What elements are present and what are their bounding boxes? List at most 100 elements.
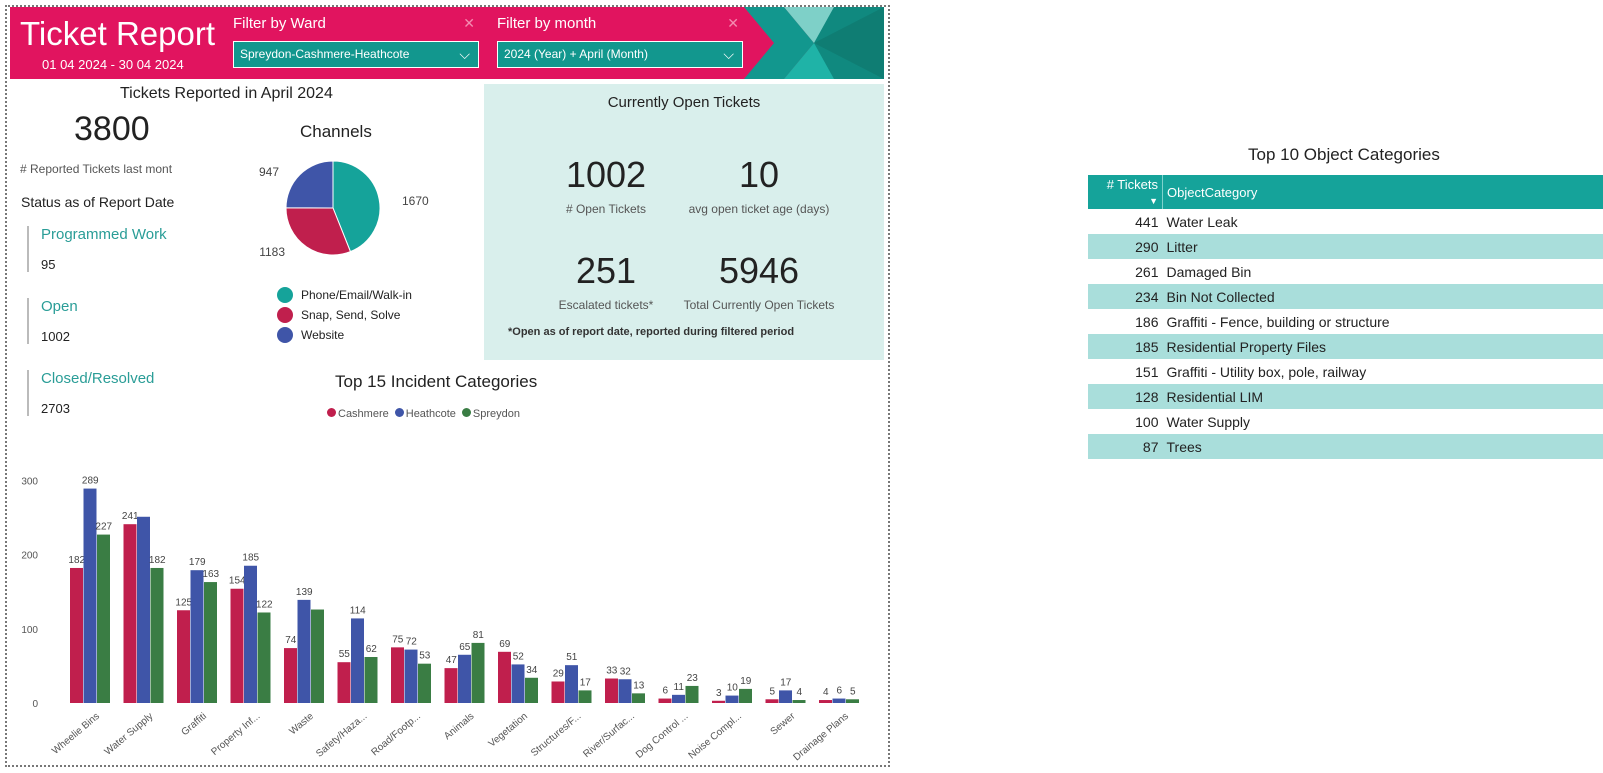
report-date-range: 01 04 2024 - 30 04 2024 [42,57,184,72]
bar-value-label: 19 [740,676,752,687]
legend-label: Heathcote [405,408,456,420]
bar[interactable] [765,699,779,703]
column-header-category[interactable]: ObjectCategory [1162,175,1603,209]
bar[interactable] [391,647,404,703]
kpi-label: Total Currently Open Tickets [683,298,835,312]
bar-value-label: 114 [350,605,366,616]
bar[interactable] [337,662,351,703]
clear-filter-icon[interactable]: ✕ [463,15,475,32]
bar-value-label: 81 [473,630,485,641]
legend-item-phone[interactable]: Phone/Email/Walk-in [277,287,412,303]
legend-dot [327,408,336,417]
bar[interactable] [404,649,418,703]
x-category-label: Graffiti [179,711,209,738]
bar[interactable] [832,698,846,703]
table-row[interactable]: 441 Water Leak [1088,209,1603,234]
bar-value-label: 3 [716,688,722,699]
y-tick-label: 0 [32,699,38,710]
bar-value-label: 241 [122,511,139,522]
open-tickets-note: *Open as of report date, reported during… [508,326,795,338]
bar[interactable] [458,654,471,703]
bar[interactable] [525,677,538,703]
bar[interactable] [150,567,164,703]
bar[interactable] [471,642,485,703]
legend-item-heathcote[interactable]: Heathcote [394,408,456,420]
bar[interactable] [658,698,672,703]
bar[interactable] [578,690,592,703]
legend-item-snap[interactable]: Snap, Send, Solve [277,307,400,323]
bar[interactable] [618,679,632,703]
bar[interactable] [351,618,364,703]
bar[interactable] [204,582,217,703]
table-row[interactable]: 87 Trees [1088,434,1603,459]
bar[interactable] [284,648,297,703]
bar-value-label: 4 [823,687,829,698]
bar[interactable] [177,610,190,703]
bar[interactable] [311,609,324,703]
incident-chart-title: Top 15 Incident Categories [335,372,538,391]
ward-dropdown[interactable]: Spreydon-Cashmere-Heathcote ⌵ [233,41,479,68]
bar-value-label: 4 [796,687,802,698]
bar-value-label: 29 [553,668,565,679]
bar[interactable] [123,524,137,703]
bar[interactable] [137,516,150,703]
bar[interactable] [792,700,806,703]
bar[interactable] [712,700,725,703]
clear-filter-icon[interactable]: ✕ [727,15,739,32]
bar[interactable] [672,694,685,703]
status-programmed-work: Programmed Work 95 [27,226,167,272]
legend-item-cashmere[interactable]: Cashmere [327,408,389,420]
bar[interactable] [685,685,699,703]
bar[interactable] [846,699,859,703]
table-row[interactable]: 261 Damaged Bin [1088,259,1603,284]
bar[interactable] [551,681,565,703]
bar[interactable] [418,663,431,703]
bar[interactable] [565,665,578,703]
table-row[interactable]: 185 Residential Property Files [1088,334,1603,359]
bar[interactable] [498,651,511,703]
bar[interactable] [257,612,271,703]
table-row[interactable]: 128 Residential LIM [1088,384,1603,409]
bar-value-label: 6 [662,686,668,697]
ticket-count-cell: 261 [1135,263,1159,280]
bar[interactable] [364,657,378,703]
bar[interactable] [779,690,792,703]
bar[interactable] [97,534,110,703]
table-row[interactable]: 234 Bin Not Collected [1088,284,1603,309]
object-categories-table: # Tickets ▼ ObjectCategory 441 Water Leak… [1088,175,1603,459]
bar[interactable] [511,664,525,703]
bar[interactable] [244,565,257,703]
pie-slice-label: 1183 [259,245,285,259]
bar[interactable] [605,678,618,703]
table-row[interactable]: 151 Graffiti - Utility box, pole, railway [1088,359,1603,384]
bar[interactable] [190,570,204,703]
legend-dot [461,408,471,417]
bar[interactable] [725,695,739,703]
bar[interactable] [230,588,244,703]
pie-slice[interactable] [285,160,334,209]
month-dropdown[interactable]: 2024 (Year) + April (Month) ⌵ [497,41,743,68]
x-category-label: Sewer [769,710,798,737]
month-filter: Filter by month ✕ 2024 (Year) + April (M… [497,15,745,68]
report-title: Ticket Report [20,15,216,52]
ticket-count-cell: 128 [1088,384,1163,409]
table-row[interactable]: 100 Water Supply [1088,409,1603,434]
column-header-tickets[interactable]: # Tickets ▼ [1088,175,1163,209]
bar[interactable] [297,599,311,703]
reported-count: 3800 [74,110,150,148]
bar[interactable] [739,688,752,703]
bar[interactable] [444,668,458,703]
bar-value-label: 53 [419,651,431,662]
table-row[interactable]: 290 Litter [1088,234,1603,259]
legend-item-spreydon[interactable]: Spreydon [461,408,520,420]
report-header: Ticket Report 01 04 2024 - 30 04 2024 Fi… [10,7,884,79]
y-tick-label: 200 [21,551,38,562]
table-row[interactable]: 186 Graffiti - Fence, building or structu… [1088,309,1603,334]
ticket-count-cell: 151 [1135,363,1159,380]
bar[interactable] [70,567,83,703]
bar[interactable] [819,700,832,703]
object-category-cell: Damaged Bin [1166,263,1252,280]
legend-item-website[interactable]: Website [277,327,344,343]
legend-label: Snap, Send, Solve [301,308,401,322]
bar[interactable] [632,693,645,703]
